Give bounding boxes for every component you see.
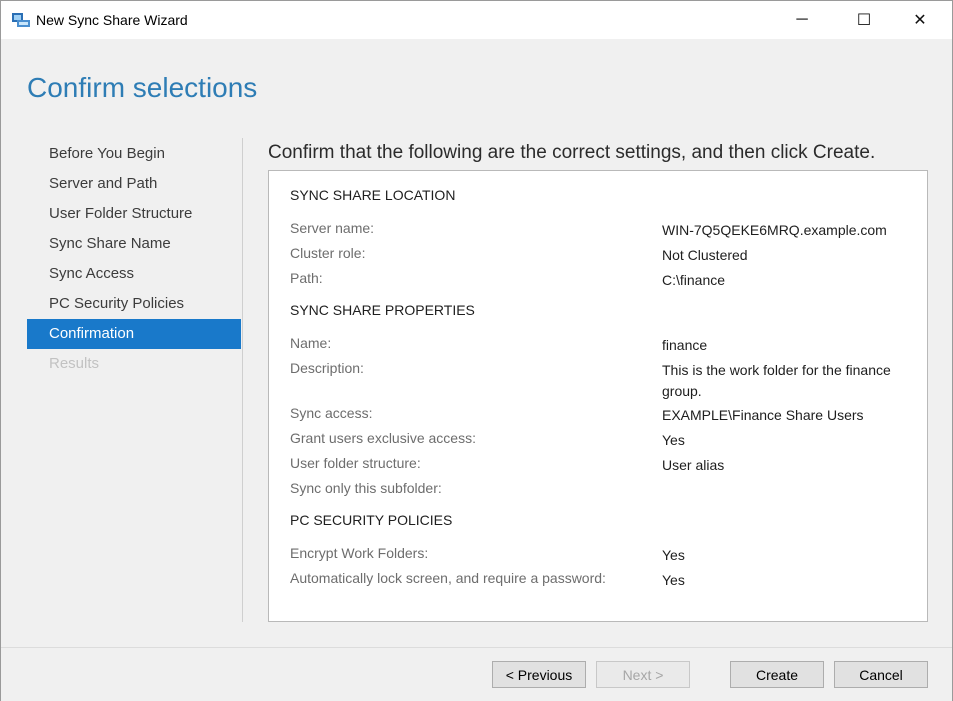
- wizard-steps-nav: Before You Begin Server and Path User Fold…: [27, 139, 241, 379]
- nav-divider: [242, 138, 243, 622]
- close-button[interactable]: ✕: [897, 1, 943, 39]
- maximize-icon: ☐: [856, 12, 872, 29]
- nav-item-results: Results: [49, 355, 100, 372]
- previous-button[interactable]: < Previous: [492, 661, 586, 688]
- setting-value: Yes: [662, 572, 685, 588]
- setting-name: Automatically lock screen, and require a…: [290, 570, 606, 586]
- create-button-label: Create: [755, 666, 799, 683]
- next-button-label: Next >: [622, 666, 664, 683]
- setting-value: EXAMPLE\Finance Share Users: [662, 407, 864, 423]
- maximize-button[interactable]: ☐: [841, 1, 887, 39]
- wizard-window: New Sync Share Wizard ─ ☐ ✕ Confirm sele…: [0, 0, 953, 701]
- nav-item-confirmation[interactable]: Confirmation: [27, 319, 241, 349]
- nav-item-sync-share-name[interactable]: Sync Share Name: [27, 229, 241, 259]
- setting-name: Description:: [290, 360, 364, 376]
- section-heading: SYNC SHARE PROPERTIES: [290, 302, 475, 318]
- page-title: Confirm selections: [27, 72, 258, 103]
- setting-value: C:\finance: [662, 272, 726, 288]
- setting-name: User folder structure:: [290, 455, 421, 471]
- minimize-icon: ─: [796, 11, 808, 28]
- setting-name: Path:: [290, 270, 323, 286]
- minimize-button[interactable]: ─: [779, 1, 825, 39]
- setting-name: Name:: [290, 335, 332, 351]
- settings-summary-box: SYNC SHARE LOCATION Server name: WIN-7Q5QE…: [268, 170, 928, 622]
- nav-item-before-you-begin[interactable]: Before You Begin: [27, 139, 241, 169]
- setting-value: Yes: [662, 547, 685, 563]
- setting-value: Yes: [662, 432, 685, 448]
- nav-item-pc-security-policies[interactable]: PC Security Policies: [27, 289, 241, 319]
- title-bar: New Sync Share Wizard ─ ☐ ✕: [1, 1, 952, 39]
- next-button[interactable]: Next >: [596, 661, 690, 688]
- setting-value: Not Clustered: [662, 247, 748, 263]
- previous-button-label: < Previous: [505, 666, 573, 683]
- setting-name: Sync only this subfolder:: [290, 480, 442, 496]
- section-heading: SYNC SHARE LOCATION: [290, 187, 456, 203]
- setting-value: User alias: [662, 457, 725, 473]
- setting-name: Grant users exclusive access:: [290, 430, 476, 446]
- setting-value: finance: [662, 337, 708, 353]
- nav-item-user-folder-structure[interactable]: User Folder Structure: [27, 199, 241, 229]
- setting-value: WIN-7Q5QEKE6MRQ.example.com: [662, 222, 887, 238]
- nav-item-server-and-path[interactable]: Server and Path: [27, 169, 241, 199]
- setting-name: Sync access:: [290, 405, 373, 421]
- setting-name: Server name:: [290, 220, 375, 236]
- cancel-button-label: Cancel: [859, 666, 903, 683]
- close-icon: ✕: [913, 12, 927, 29]
- nav-item-sync-access[interactable]: Sync Access: [27, 259, 241, 289]
- setting-value: This is the work folder for the finance …: [662, 362, 891, 399]
- setting-name: Cluster role:: [290, 245, 366, 261]
- create-button[interactable]: Create: [730, 661, 824, 688]
- window-title: New Sync Share Wizard: [36, 12, 188, 28]
- content-heading: Confirm that the following are the corre…: [268, 142, 876, 163]
- setting-name: Encrypt Work Folders:: [290, 545, 429, 561]
- section-heading: PC SECURITY POLICIES: [290, 512, 453, 528]
- sync-share-wizard-icon: [11, 11, 31, 29]
- cancel-button[interactable]: Cancel: [834, 661, 928, 688]
